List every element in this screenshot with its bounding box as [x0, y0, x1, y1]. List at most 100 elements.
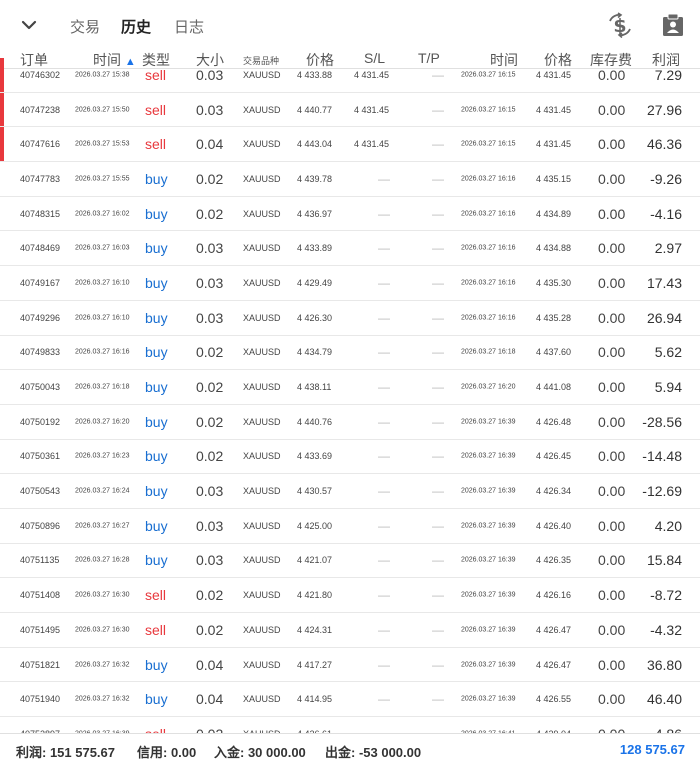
table-row[interactable]: 40751408 2026.03.27 16:30 sell 0.02 XAUUSD 4 …: [0, 578, 700, 613]
order-id: 40747783: [20, 173, 61, 184]
close-price: 4 426.35: [536, 555, 572, 566]
table-row[interactable]: 40748315 2026.03.27 16:02 buy 0.02 XAUUSD 4 4…: [0, 197, 700, 232]
table-row[interactable]: 40751495 2026.03.27 16:30 sell 0.02 XAUUSD 4 …: [0, 613, 700, 648]
stop-loss: —: [378, 206, 390, 221]
open-price: 4 440.77: [297, 104, 333, 115]
take-profit: —: [432, 345, 444, 360]
trade-type: sell: [145, 587, 167, 604]
close-price: 4 426.47: [536, 659, 572, 670]
profit: 5.62: [654, 344, 682, 361]
open-time: 2026.03.27 16:24: [75, 487, 130, 495]
volume: 0.03: [196, 240, 224, 257]
stop-loss: —: [378, 310, 390, 325]
close-time: 2026.03.27 16:39: [461, 452, 516, 460]
table-row[interactable]: 40747238 2026.03.27 15:50 sell 0.03 XAUUSD 4 …: [0, 92, 700, 128]
table-row[interactable]: 40748469 2026.03.27 16:03 buy 0.03 XAUUSD 4 4…: [0, 231, 700, 267]
withdrawal: 出金: -53 000.00: [325, 745, 422, 760]
order-id: 40751408: [20, 590, 61, 601]
stop-loss: —: [378, 484, 390, 499]
take-profit: —: [432, 241, 444, 256]
profit: -4.32: [650, 621, 682, 638]
order-id: 40749833: [20, 347, 61, 358]
swap: 0.00: [598, 309, 626, 326]
profit: 26.94: [646, 309, 682, 326]
order-id: 40746302: [20, 69, 61, 80]
volume: 0.03: [196, 483, 224, 500]
table-row[interactable]: 40751940 2026.03.27 16:32 buy 0.04 XAUUSD 4 4…: [0, 682, 700, 718]
table-row[interactable]: 40746302 2026.03.27 15:38 sell 0.03 XAUUSD 4 …: [0, 58, 700, 93]
open-price: 4 426.30: [297, 312, 333, 323]
table-row[interactable]: 40749167 2026.03.27 16:10 buy 0.03 XAUUSD 4 4…: [0, 266, 700, 301]
swap: 0.00: [598, 170, 626, 187]
close-price: 4 426.16: [536, 590, 572, 601]
tab-trade[interactable]: 交易: [70, 16, 100, 37]
close-time: 2026.03.27 16:39: [461, 591, 516, 599]
symbol: XAUUSD: [243, 104, 281, 115]
trade-type: buy: [145, 517, 168, 534]
symbol: XAUUSD: [243, 555, 281, 566]
volume: 0.03: [196, 309, 224, 326]
trade-type: buy: [145, 656, 168, 673]
tab-journal[interactable]: 日志: [174, 16, 204, 37]
symbol: XAUUSD: [243, 520, 281, 531]
open-price: 4 440.76: [297, 416, 333, 427]
volume: 0.04: [196, 656, 224, 673]
profit: 36.80: [646, 656, 682, 673]
chevron-down-icon[interactable]: [18, 14, 40, 36]
table-row[interactable]: 40750043 2026.03.27 16:18 buy 0.02 XAUUSD 4 4…: [0, 370, 700, 405]
volume: 0.02: [196, 413, 224, 430]
close-time: 2026.03.27 16:39: [461, 522, 516, 530]
trade-type: buy: [145, 552, 168, 569]
table-row[interactable]: 40750543 2026.03.27 16:24 buy 0.03 XAUUSD 4 4…: [0, 474, 700, 509]
take-profit: —: [432, 310, 444, 325]
order-id: 40748469: [20, 243, 61, 254]
close-time: 2026.03.27 16:39: [461, 418, 516, 426]
report-icon[interactable]: [660, 12, 686, 38]
swap: 0.00: [598, 448, 626, 465]
close-price: 4 435.30: [536, 277, 572, 288]
table-row[interactable]: 40750192 2026.03.27 16:20 buy 0.02 XAUUSD 4 4…: [0, 405, 700, 440]
open-price: 4 438.11: [297, 382, 332, 393]
volume: 0.02: [196, 448, 224, 465]
stop-loss: 4 431.45: [354, 69, 390, 80]
table-row[interactable]: 40750361 2026.03.27 16:23 buy 0.02 XAUUSD 4 4…: [0, 440, 700, 475]
swap: 0.00: [598, 344, 626, 361]
close-price: 4 431.45: [536, 69, 572, 80]
open-time: 2026.03.27 16:02: [75, 210, 130, 218]
stop-loss: —: [378, 657, 390, 672]
symbol: XAUUSD: [243, 694, 281, 705]
stop-loss: —: [378, 449, 390, 464]
table-row[interactable]: 40749296 2026.03.27 16:10 buy 0.03 XAUUSD 4 4…: [0, 301, 700, 336]
table-row[interactable]: 40749833 2026.03.27 16:16 buy 0.02 XAUUSD 4 4…: [0, 336, 700, 371]
stop-loss: —: [378, 692, 390, 707]
close-price: 4 435.15: [536, 173, 572, 184]
dollar-transfer-icon[interactable]: $: [607, 12, 633, 38]
open-price: 4 417.27: [297, 659, 333, 670]
trade-type: buy: [145, 274, 168, 291]
profit: 46.40: [646, 691, 682, 708]
trade-type: sell: [145, 101, 167, 118]
stop-loss: —: [378, 241, 390, 256]
close-time: 2026.03.27 16:20: [461, 383, 516, 391]
open-time: 2026.03.27 16:30: [75, 591, 130, 599]
table-row[interactable]: 40747616 2026.03.27 15:53 sell 0.04 XAUUSD 4 …: [0, 127, 700, 163]
open-price: 4 443.04: [297, 139, 333, 150]
table-row[interactable]: 40751821 2026.03.27 16:32 buy 0.04 XAUUSD 4 4…: [0, 648, 700, 683]
profit: -14.48: [642, 448, 682, 465]
tab-history[interactable]: 历史: [121, 16, 151, 37]
trade-type: buy: [145, 170, 168, 187]
close-time: 2026.03.27 16:15: [461, 106, 516, 114]
order-id: 40749296: [20, 312, 61, 323]
trade-type: sell: [145, 66, 167, 83]
volume: 0.02: [196, 205, 224, 222]
table-row[interactable]: 40747783 2026.03.27 15:55 buy 0.02 XAUUSD 4 4…: [0, 162, 700, 197]
close-time: 2026.03.27 16:39: [461, 661, 516, 669]
order-id: 40750896: [20, 520, 61, 531]
table-row[interactable]: 40750896 2026.03.27 16:27 buy 0.03 XAUUSD 4 4…: [0, 509, 700, 544]
open-time: 2026.03.27 15:38: [75, 71, 130, 79]
take-profit: —: [432, 484, 444, 499]
order-id: 40751940: [20, 694, 61, 705]
volume: 0.03: [196, 66, 224, 83]
table-row[interactable]: 40751135 2026.03.27 16:28 buy 0.03 XAUUSD 4 4…: [0, 544, 700, 579]
close-price: 4 435.28: [536, 312, 572, 323]
